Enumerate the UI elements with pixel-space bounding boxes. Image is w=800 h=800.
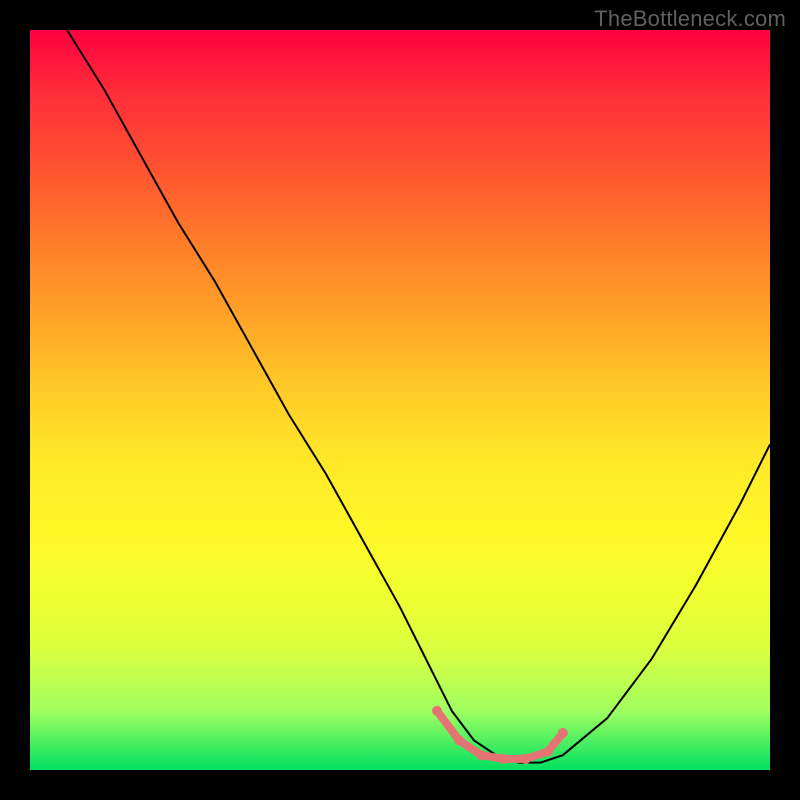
chart-frame: TheBottleneck.com [0,0,800,800]
highlight-dot [432,706,442,716]
highlight-dot [454,735,464,745]
watermark-text: TheBottleneck.com [594,6,786,32]
highlight-dot [499,754,509,764]
plot-area [30,30,770,770]
curve-svg [30,30,770,770]
highlight-dot [558,728,568,738]
highlight-dot [476,750,486,760]
bottleneck-curve [67,30,770,763]
highlight-dot [543,747,553,757]
highlight-dot [521,754,531,764]
